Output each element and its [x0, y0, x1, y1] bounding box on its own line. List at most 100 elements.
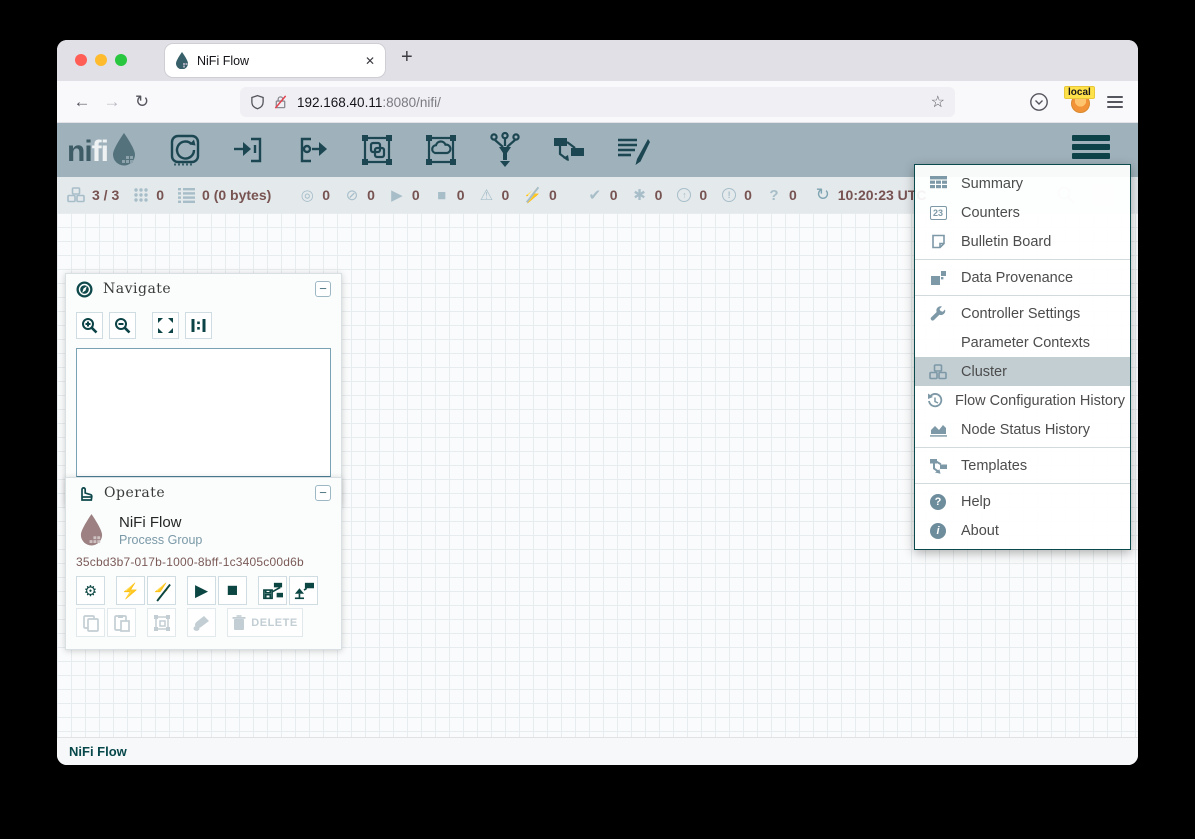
cluster-nodes-icon: [67, 187, 85, 203]
navigate-panel: Navigate −: [65, 273, 342, 506]
browser-tab-bar: NiFi Flow ✕ +: [57, 40, 1138, 81]
start-button[interactable]: ▶: [187, 576, 216, 605]
compass-icon: [76, 281, 93, 298]
gear-icon: ⚙: [84, 582, 97, 600]
menu-item-templates[interactable]: Templates: [915, 451, 1130, 480]
invalid-count: 0: [501, 187, 509, 203]
provenance-icon: [927, 270, 949, 286]
menu-item-help[interactable]: ?Help: [915, 487, 1130, 516]
menu-item-bulletin-board[interactable]: Bulletin Board: [915, 227, 1130, 256]
not-transmitting-count: 0: [367, 187, 375, 203]
zoom-actual-size-button[interactable]: [185, 312, 212, 339]
browser-window: NiFi Flow ✕ + ← → ↻ 192.168.40.11:8080/n…: [57, 40, 1138, 765]
url-text[interactable]: 192.168.40.11:8080/nifi/: [297, 95, 931, 110]
address-bar[interactable]: 192.168.40.11:8080/nifi/ ☆: [240, 87, 955, 117]
shield-icon[interactable]: [250, 94, 265, 110]
operate-header: Operate −: [66, 478, 341, 508]
copy-button[interactable]: [76, 608, 105, 637]
funnel-component[interactable]: [486, 131, 524, 169]
cubes-icon: [927, 364, 949, 380]
insecure-lock-icon[interactable]: [273, 94, 288, 110]
lightning-icon: ⚡: [121, 582, 140, 600]
stop-icon: ■: [227, 581, 238, 600]
paste-button[interactable]: [107, 608, 136, 637]
upload-template-button[interactable]: [289, 576, 318, 605]
locally-modified-count: 0: [655, 187, 663, 203]
output-port-component[interactable]: [294, 131, 332, 169]
wrench-icon: [927, 306, 949, 322]
browser-menu-button[interactable]: [1107, 96, 1123, 112]
browser-tab[interactable]: NiFi Flow ✕: [165, 44, 385, 77]
profile-avatar[interactable]: local: [1068, 89, 1094, 113]
up-to-date-count: 0: [610, 187, 618, 203]
menu-item-summary[interactable]: Summary: [915, 169, 1130, 198]
input-port-component[interactable]: [230, 131, 268, 169]
close-tab-icon[interactable]: ✕: [365, 54, 375, 68]
processor-component[interactable]: [166, 131, 204, 169]
maximize-window-button[interactable]: [115, 54, 127, 66]
group-button[interactable]: [147, 608, 176, 637]
disable-button[interactable]: ⚡: [147, 576, 176, 605]
minimize-window-button[interactable]: [95, 54, 107, 66]
process-group-component[interactable]: [358, 131, 396, 169]
template-component[interactable]: [550, 131, 588, 169]
up-to-date-icon: ✔: [587, 186, 603, 204]
active-threads-icon: [133, 187, 149, 203]
menu-separator: [915, 447, 1130, 448]
stop-button[interactable]: ■: [218, 576, 247, 605]
collapse-navigate-button[interactable]: −: [315, 281, 331, 297]
disabled-icon: ⚡: [523, 186, 542, 204]
sticky-note-icon: [927, 234, 949, 249]
menu-item-controller-settings[interactable]: Controller Settings: [915, 299, 1130, 328]
remote-process-group-component[interactable]: [422, 131, 460, 169]
zoom-in-button[interactable]: [76, 312, 103, 339]
back-button[interactable]: ←: [67, 92, 97, 112]
menu-item-cluster[interactable]: Cluster: [915, 357, 1130, 386]
counters-icon: 23: [927, 206, 949, 220]
stale-icon: ↑: [676, 188, 692, 202]
delete-label: DELETE: [251, 617, 297, 629]
refresh-icon[interactable]: ↻: [815, 185, 831, 205]
tab-title: NiFi Flow: [197, 54, 365, 68]
pocket-icon[interactable]: [1029, 92, 1049, 117]
breadcrumb-item[interactable]: NiFi Flow: [69, 744, 127, 759]
process-group-droplet-icon: [78, 514, 105, 547]
active-threads-count: 0: [156, 187, 164, 203]
delete-button[interactable]: DELETE: [227, 608, 303, 637]
running-count: 0: [412, 187, 420, 203]
label-component[interactable]: [614, 131, 652, 169]
reload-button[interactable]: ↻: [127, 92, 157, 112]
stopped-icon: ■: [434, 187, 450, 204]
window-controls: [75, 54, 127, 66]
save-template-button[interactable]: [258, 576, 287, 605]
template-icon: [927, 458, 949, 474]
menu-item-data-provenance[interactable]: Data Provenance: [915, 263, 1130, 292]
new-tab-button[interactable]: +: [401, 46, 413, 69]
close-window-button[interactable]: [75, 54, 87, 66]
collapse-operate-button[interactable]: −: [315, 485, 331, 501]
menu-item-flow-configuration-history[interactable]: Flow Configuration History: [915, 386, 1130, 415]
stopped-count: 0: [457, 187, 465, 203]
menu-separator: [915, 295, 1130, 296]
sync-failure-icon: !: [721, 188, 737, 202]
history-icon: [927, 393, 943, 409]
menu-item-counters[interactable]: 23Counters: [915, 198, 1130, 227]
change-color-button[interactable]: [187, 608, 216, 637]
unversioned-icon: ?: [766, 187, 782, 204]
zoom-fit-button[interactable]: [152, 312, 179, 339]
hand-pointer-icon: [76, 484, 94, 502]
menu-item-parameter-contexts[interactable]: Parameter Contexts: [915, 328, 1130, 357]
menu-item-about[interactable]: iAbout: [915, 516, 1130, 545]
birdseye-view[interactable]: [76, 348, 331, 478]
play-icon: ▶: [195, 581, 208, 601]
forward-button[interactable]: →: [97, 92, 127, 112]
global-menu-button[interactable]: [1072, 135, 1110, 162]
configure-button[interactable]: ⚙: [76, 576, 105, 605]
enable-button[interactable]: ⚡: [116, 576, 145, 605]
menu-item-node-status-history[interactable]: Node Status History: [915, 415, 1130, 444]
queued-icon: [178, 188, 195, 203]
unversioned-count: 0: [789, 187, 797, 203]
zoom-out-button[interactable]: [109, 312, 136, 339]
bookmark-star-icon[interactable]: ☆: [931, 92, 945, 112]
process-group-id: 35cbd3b7-017b-1000-8bff-1c3405c00d6b: [66, 549, 341, 573]
